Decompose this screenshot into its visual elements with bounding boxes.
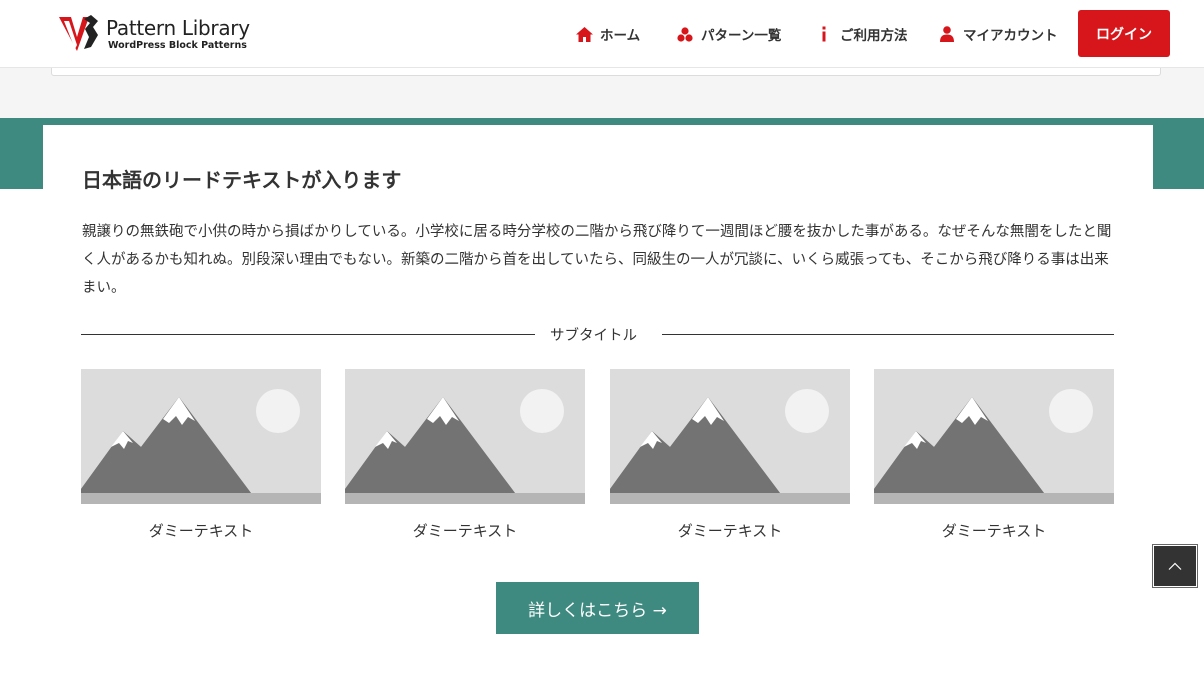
card-3[interactable]: ダミーテキスト <box>610 369 850 540</box>
sample-image <box>81 369 321 504</box>
nav-home-label: ホーム <box>600 28 641 44</box>
divider-line-left <box>81 334 535 335</box>
logo-subtitle: WordPress Block Patterns <box>108 40 247 51</box>
more-details-button[interactable]: 詳しくはこちら → <box>496 582 699 634</box>
logo-mark-icon <box>59 15 98 51</box>
card-4[interactable]: ダミーテキスト <box>874 369 1114 540</box>
lead-text: 親譲りの無鉄砲で小供の時から損ばかりしている。小学校に居る時分学校の二階から飛び… <box>82 224 1112 296</box>
nav-patterns[interactable]: パターン一覧 <box>676 22 781 46</box>
lead-title: 日本語のリードテキストが入ります <box>82 168 402 192</box>
card-caption: ダミーテキスト <box>941 522 1047 540</box>
logo-title: Pattern Library <box>106 16 250 40</box>
card-caption: ダミーテキスト <box>677 522 783 540</box>
card-caption: ダミーテキスト <box>148 522 254 540</box>
sample-image <box>874 369 1114 504</box>
site-header: Pattern Library WordPress Block Patterns… <box>0 0 1204 68</box>
nav-account-label: マイアカウント <box>963 28 1058 44</box>
home-icon <box>575 25 593 43</box>
user-icon <box>938 25 956 43</box>
nav-patterns-label: パターン一覧 <box>701 28 782 44</box>
card-caption: ダミーテキスト <box>412 522 518 540</box>
chevron-up-icon <box>1168 562 1182 570</box>
sample-image <box>345 369 585 504</box>
nav-account[interactable]: マイアカウント <box>938 22 1058 46</box>
card-1[interactable]: ダミーテキスト <box>81 369 321 540</box>
patterns-icon <box>676 25 694 43</box>
nav-home[interactable]: ホーム <box>575 22 640 46</box>
nav-usage-label: ご利用方法 <box>840 28 908 44</box>
site-logo[interactable]: Pattern Library WordPress Block Patterns <box>58 13 268 55</box>
subtitle-divider: サブタイトル <box>81 322 1114 346</box>
login-button[interactable]: ログイン <box>1078 10 1170 57</box>
nav-usage[interactable]: ご利用方法 <box>815 22 908 46</box>
card-2[interactable]: ダミーテキスト <box>345 369 585 540</box>
info-icon <box>815 25 833 43</box>
sample-image <box>610 369 850 504</box>
subtitle: サブタイトル <box>550 328 637 344</box>
back-to-top-button[interactable] <box>1152 544 1198 588</box>
divider-line-right <box>662 334 1114 335</box>
